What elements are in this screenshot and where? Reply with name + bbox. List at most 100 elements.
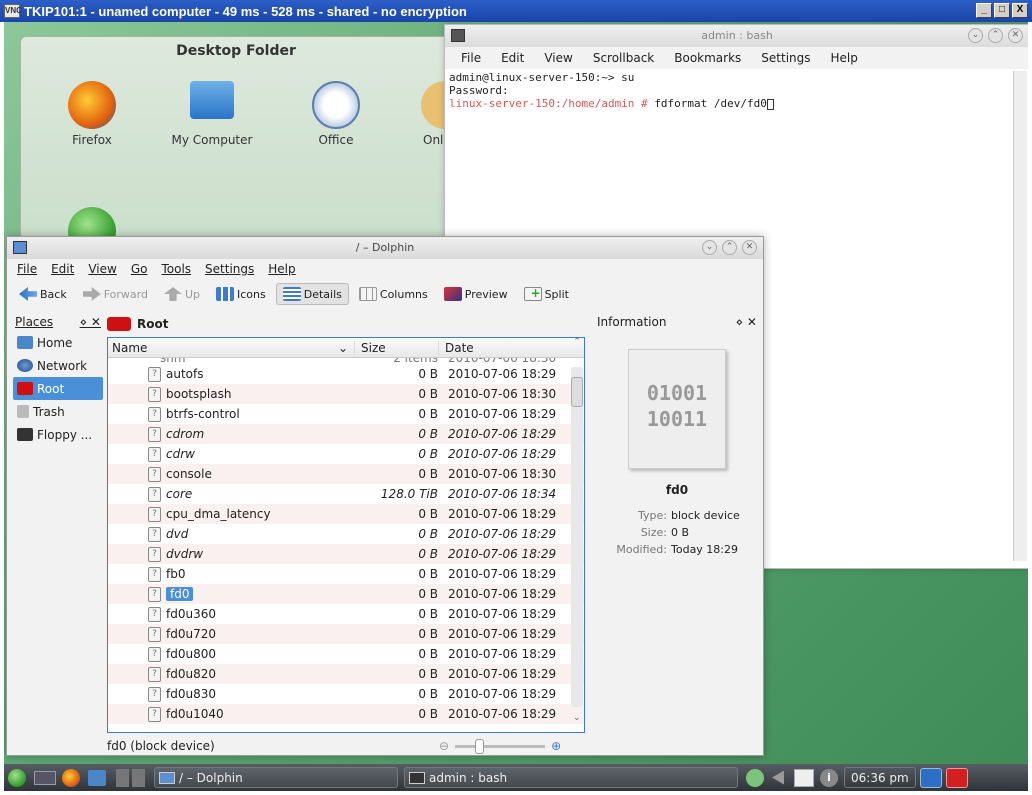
dolphin-window[interactable]: / – Dolphin ⌄ ⌃ ✕ File Edit View Go Tool… xyxy=(6,236,764,756)
table-row[interactable]: ? cdrom 0 B 2010-07-06 18:29 xyxy=(108,424,584,444)
zoom-out-icon[interactable]: ⊖ xyxy=(439,739,449,753)
places-item-home[interactable]: Home xyxy=(13,331,103,354)
file-name-cell: ? dvd xyxy=(108,526,354,542)
menu-file[interactable]: File xyxy=(17,262,37,276)
pager-icon[interactable] xyxy=(116,768,146,787)
breadcrumb-root[interactable]: Root xyxy=(137,317,168,331)
terminal-title-bar[interactable]: admin : bash ⌄ ⌃ ✕ xyxy=(445,25,1028,47)
columns-view-button[interactable]: Columns xyxy=(353,284,434,304)
table-row[interactable]: ? cdrw 0 B 2010-07-06 18:29 xyxy=(108,444,584,464)
scroll-track[interactable] xyxy=(571,367,583,707)
table-row[interactable]: ? console 0 B 2010-07-06 18:30 xyxy=(108,464,584,484)
info-icon[interactable]: i xyxy=(820,768,838,787)
table-row[interactable]: ? fd0 0 B 2010-07-06 18:29 xyxy=(108,584,584,604)
table-row[interactable]: ? fd0u720 0 B 2010-07-06 18:29 xyxy=(108,624,584,644)
zoom-track[interactable] xyxy=(455,738,546,754)
menu-tools[interactable]: Tools xyxy=(161,262,191,276)
minimize-icon[interactable]: ⌄ xyxy=(702,240,717,255)
menu-scrollback[interactable]: Scrollback xyxy=(593,51,654,65)
task-terminal[interactable]: admin : bash xyxy=(404,767,738,788)
table-row[interactable]: ? cpu_dma_latency 0 B 2010-07-06 18:29 xyxy=(108,504,584,524)
menu-go[interactable]: Go xyxy=(131,262,148,276)
icons-view-button[interactable]: Icons xyxy=(210,284,272,304)
terminal-scrollbar[interactable] xyxy=(1013,71,1027,561)
table-row[interactable]: ? btrfs-control 0 B 2010-07-06 18:29 xyxy=(108,404,584,424)
lock-screen-icon[interactable] xyxy=(919,767,942,788)
maximize-button[interactable]: □ xyxy=(994,3,1010,18)
split-button[interactable]: + Split xyxy=(518,284,575,304)
close-button[interactable]: X xyxy=(1012,3,1028,18)
places-label: Root xyxy=(37,381,65,396)
menu-file[interactable]: File xyxy=(461,51,481,65)
zoom-slider[interactable]: ⊖ ⊕ xyxy=(439,737,589,755)
table-row[interactable]: ? fd0u830 0 B 2010-07-06 18:29 xyxy=(108,684,584,704)
dolphin-title-bar[interactable]: / – Dolphin ⌄ ⌃ ✕ xyxy=(7,237,763,259)
kickoff-menu-icon[interactable] xyxy=(8,768,26,787)
panel-controls[interactable]: ⋄ ✕ xyxy=(736,315,757,329)
places-item-root[interactable]: Root xyxy=(13,377,103,400)
file-list[interactable]: Name ⌄ Size Date shm 2 items 2010-07-06 1… xyxy=(107,337,585,733)
menu-edit[interactable]: Edit xyxy=(501,51,524,65)
volume-icon[interactable] xyxy=(772,770,784,785)
office-desktop-icon[interactable]: Office xyxy=(291,81,381,147)
file-manager-launcher-icon[interactable] xyxy=(88,769,106,786)
table-row[interactable]: ? fd0u820 0 B 2010-07-06 18:29 xyxy=(108,664,584,684)
maximize-icon[interactable]: ⌃ xyxy=(722,240,737,255)
power-icon[interactable] xyxy=(945,767,968,788)
column-date[interactable]: Date xyxy=(438,340,568,355)
close-icon[interactable]: ✕ xyxy=(1008,28,1023,43)
task-dolphin[interactable]: / – Dolphin xyxy=(154,767,398,788)
table-row[interactable]: ? autofs 0 B 2010-07-06 18:29 xyxy=(108,364,584,384)
scroll-up-icon[interactable]: ⌃ xyxy=(569,337,585,347)
table-row-partial[interactable]: shm 2 items 2010-07-06 18:30 xyxy=(108,358,584,364)
column-name[interactable]: Name ⌄ xyxy=(108,341,354,355)
details-view-button[interactable]: Details xyxy=(275,283,349,305)
zoom-handle[interactable] xyxy=(475,738,485,754)
scroll-thumb[interactable] xyxy=(571,377,583,407)
table-row[interactable]: ? fd0u360 0 B 2010-07-06 18:29 xyxy=(108,604,584,624)
places-item-network[interactable]: Network xyxy=(13,354,103,377)
menu-view[interactable]: View xyxy=(88,262,116,276)
menu-bookmarks[interactable]: Bookmarks xyxy=(674,51,741,65)
table-row[interactable]: ? fd0u800 0 B 2010-07-06 18:29 xyxy=(108,644,584,664)
table-row[interactable]: ? bootsplash 0 B 2010-07-06 18:30 xyxy=(108,384,584,404)
places-item-floppy[interactable]: Floppy ... xyxy=(13,423,103,446)
menu-help[interactable]: Help xyxy=(268,262,295,276)
menu-settings[interactable]: Settings xyxy=(761,51,810,65)
device-notifier-icon[interactable] xyxy=(34,770,56,785)
column-size[interactable]: Size xyxy=(354,340,438,355)
table-row[interactable]: ? dvdrw 0 B 2010-07-06 18:29 xyxy=(108,544,584,564)
back-button[interactable]: Back xyxy=(13,284,73,304)
table-row[interactable]: ? core 128.0 TiB 2010-07-06 18:34 xyxy=(108,484,584,504)
terminal-output[interactable]: admin@linux-server-150:~> su Password: l… xyxy=(445,69,1028,112)
up-button[interactable]: Up xyxy=(158,284,206,304)
table-row[interactable]: ? fb0 0 B 2010-07-06 18:29 xyxy=(108,564,584,584)
update-applet-icon[interactable] xyxy=(746,768,764,787)
file-name: console xyxy=(166,467,212,481)
forward-button[interactable]: Forward xyxy=(77,284,154,304)
table-row[interactable]: ? fd0u1040 0 B 2010-07-06 18:29 xyxy=(108,704,584,724)
firefox-launcher-icon[interactable] xyxy=(62,768,80,787)
columns-view-icon xyxy=(358,287,377,301)
menu-settings[interactable]: Settings xyxy=(205,262,254,276)
vnc-title-bar[interactable]: VNC TKIP101:1 - unamed computer - 49 ms … xyxy=(0,0,1032,22)
my-computer-desktop-icon[interactable]: My Computer xyxy=(167,81,257,147)
preview-button[interactable]: Preview xyxy=(438,284,514,304)
clipboard-icon[interactable] xyxy=(794,768,814,787)
menu-help[interactable]: Help xyxy=(831,51,858,65)
scroll-down-icon[interactable]: ⌄ xyxy=(573,713,581,723)
menu-view[interactable]: View xyxy=(544,51,572,65)
minimize-button[interactable]: _ xyxy=(976,3,992,18)
menu-edit[interactable]: Edit xyxy=(51,262,74,276)
zoom-in-icon[interactable]: ⊕ xyxy=(551,739,561,753)
minimize-icon[interactable]: ⌄ xyxy=(968,28,983,43)
maximize-icon[interactable]: ⌃ xyxy=(988,28,1003,43)
places-item-trash[interactable]: Trash xyxy=(13,400,103,423)
firefox-desktop-icon[interactable]: Firefox xyxy=(47,81,137,147)
file-list-scrollbar[interactable]: ⌃ ⌄ xyxy=(569,337,585,733)
breadcrumb[interactable]: Root xyxy=(105,313,585,335)
panel-controls[interactable]: ⋄ ✕ xyxy=(80,315,101,329)
clock[interactable]: 06:36 pm xyxy=(844,767,916,788)
close-icon[interactable]: ✕ xyxy=(742,240,757,255)
table-row[interactable]: ? dvd 0 B 2010-07-06 18:29 xyxy=(108,524,584,544)
